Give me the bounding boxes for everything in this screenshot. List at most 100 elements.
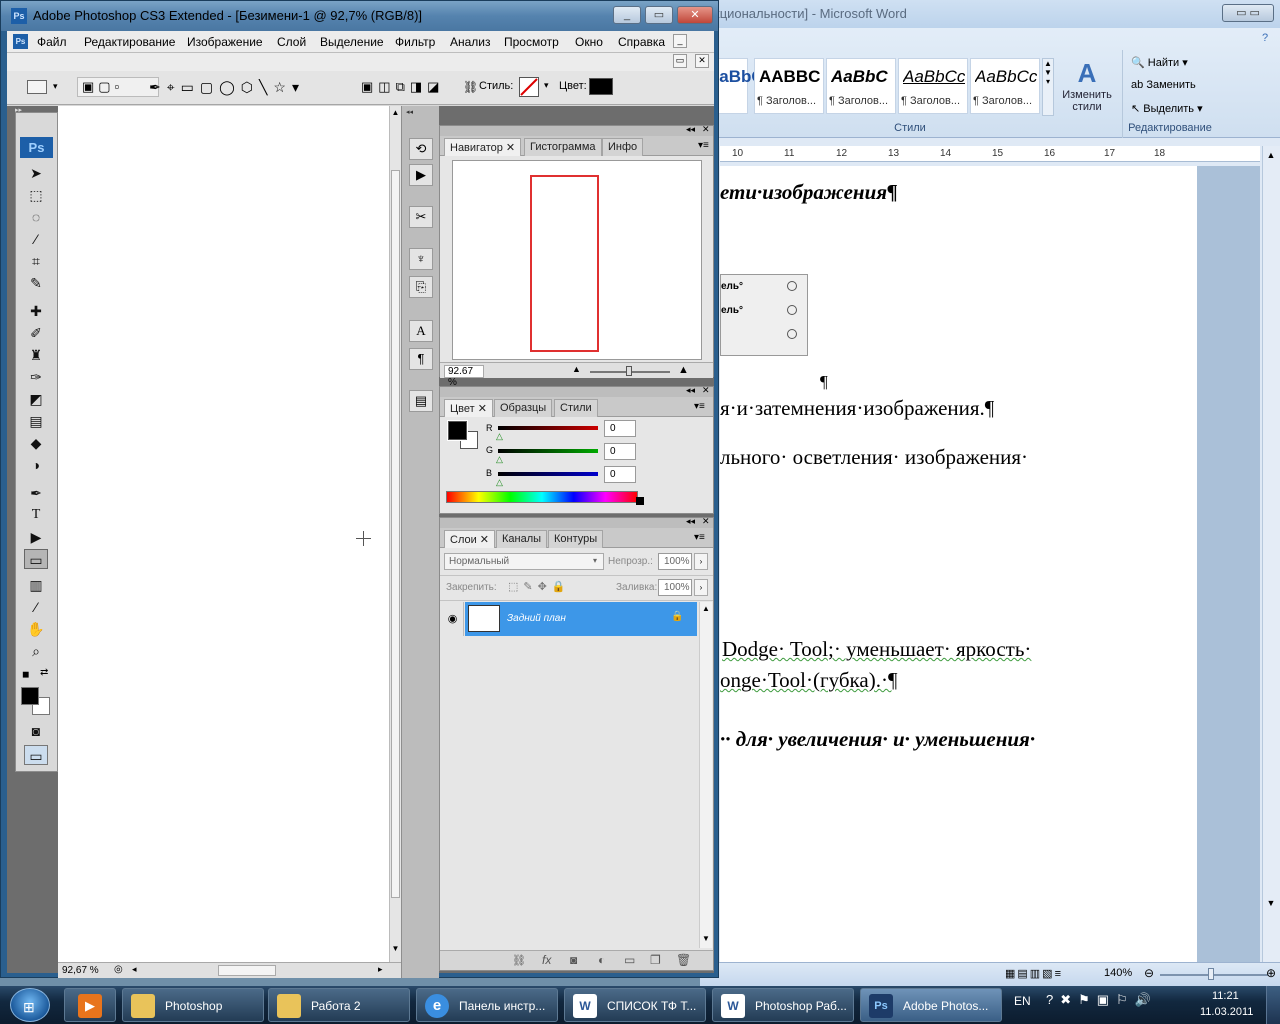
link-layers-icon[interactable]: ⛓	[512, 954, 526, 967]
menu-analysis[interactable]: Анализ	[450, 35, 491, 49]
fill-arrow-icon[interactable]: ›	[694, 579, 708, 596]
actions-panel-icon[interactable]: ▶	[409, 164, 433, 186]
type-tool-icon[interactable]: T	[24, 505, 48, 525]
taskbar-item[interactable]: Работа 2	[268, 988, 410, 1022]
magic-wand-tool-icon[interactable]: ⁄	[24, 229, 48, 249]
tab-channels[interactable]: Каналы	[496, 530, 548, 548]
zoom-in-icon[interactable]: ⊕	[1266, 966, 1276, 980]
taskbar-item[interactable]: Photoshop	[122, 988, 264, 1022]
clone-stamp-icon[interactable]: ♜	[24, 345, 48, 365]
word-vertical-scrollbar[interactable]: ▲ ▼	[1262, 146, 1280, 966]
word-document-page[interactable]: ети·изображения¶ ель° ель° ¶ я·и·затемне…	[720, 166, 1197, 966]
history-brush-icon[interactable]: ✑	[24, 367, 48, 387]
menu-window[interactable]: Окно	[575, 35, 603, 49]
tab-info[interactable]: Инфо	[602, 138, 644, 156]
zoom-out-icon[interactable]: ▲	[572, 364, 581, 374]
quicklaunch-media-player[interactable]: ▶	[64, 988, 116, 1022]
scroll-down-icon[interactable]: ▼	[1264, 898, 1278, 912]
eraser-tool-icon[interactable]: ◩	[24, 389, 48, 409]
doc-minimize-button[interactable]: _	[673, 34, 687, 48]
menu-layer[interactable]: Слой	[277, 35, 306, 49]
menu-view[interactable]: Просмотр	[504, 35, 559, 49]
document-canvas[interactable]	[58, 106, 389, 962]
tab-navigator[interactable]: Навигатор ✕	[444, 138, 522, 156]
marquee-tool-icon[interactable]: ⬚	[24, 185, 48, 205]
tool-presets-icon[interactable]: ✂	[409, 206, 433, 228]
quick-mask-icon[interactable]: ◙	[24, 721, 48, 741]
layer-comps-icon[interactable]: ▤	[409, 390, 433, 412]
close-icon[interactable]: ✕	[702, 516, 710, 527]
add-mask-icon[interactable]: ◙	[570, 953, 577, 967]
scroll-right-icon[interactable]: ▸	[378, 964, 383, 975]
minimize-button[interactable]: _	[613, 6, 641, 24]
channel-slider-r[interactable]	[498, 426, 598, 430]
chevron-down-icon[interactable]: ▾	[544, 80, 549, 91]
menu-image[interactable]: Изображение	[187, 35, 263, 49]
tab-swatches[interactable]: Образцы	[494, 399, 553, 417]
doc-zoom-field[interactable]: 92,67 %	[62, 965, 99, 976]
doc-close-button[interactable]: ✕	[695, 54, 709, 68]
color-swatch[interactable]	[589, 78, 613, 95]
taskbar-item[interactable]: W СПИСОК ТФ Т...	[564, 988, 706, 1022]
clock-date[interactable]: 11.03.2011	[1200, 1006, 1253, 1018]
dodge-tool-icon[interactable]: ◑	[24, 455, 48, 475]
maximize-button[interactable]: ▭	[645, 6, 673, 24]
collapse-icon[interactable]: ◂◂	[686, 516, 695, 527]
eye-icon[interactable]: ◉	[442, 602, 464, 636]
style-swatch-none[interactable]	[519, 77, 539, 97]
crop-tool-icon[interactable]: ⌗	[24, 251, 48, 271]
zoom-level[interactable]: 140%	[1104, 967, 1132, 979]
help-icon[interactable]: ?	[1262, 32, 1278, 48]
close-icon[interactable]: ✕	[702, 385, 710, 396]
scroll-down-icon[interactable]: ▼	[390, 944, 401, 953]
hand-tool-icon[interactable]: ✋	[24, 619, 48, 639]
scroll-up-icon[interactable]: ▲	[702, 604, 710, 613]
find-button[interactable]: 🔍 Найти ▾	[1131, 56, 1188, 69]
shape-tools-group[interactable]: ✒⌖▭▢◯⬡╲☆▾	[145, 77, 345, 97]
brushes-panel-icon[interactable]: ♆	[409, 248, 433, 270]
fx-icon[interactable]: fx	[542, 953, 551, 967]
navigator-zoom-thumb[interactable]	[626, 366, 632, 376]
eyedropper-tool-icon[interactable]: ⁄	[24, 597, 48, 617]
close-button[interactable]: ✕	[677, 6, 713, 24]
clock-time[interactable]: 11:21	[1212, 990, 1239, 1002]
tab-paths[interactable]: Контуры	[548, 530, 604, 548]
foreground-color-swatch[interactable]	[21, 687, 39, 705]
language-indicator[interactable]: EN	[1014, 994, 1031, 1008]
rectangle-tool-icon[interactable]: ▭	[24, 549, 48, 569]
view-mode-buttons[interactable]: ▦▤▥▧≡	[1005, 967, 1063, 980]
style-gallery-item[interactable]: AaBbCc ¶ Заголов...	[970, 58, 1040, 114]
taskbar-item[interactable]: e Панель инстр...	[416, 988, 558, 1022]
blur-tool-icon[interactable]: ◆	[24, 433, 48, 453]
style-gallery-scroll[interactable]: ▲ ▼ ▾	[1042, 58, 1054, 116]
healing-brush-icon[interactable]: ✚	[24, 301, 48, 321]
menu-file[interactable]: Файл	[37, 35, 67, 49]
history-panel-icon[interactable]: ⟲	[409, 138, 433, 160]
scroll-up-icon[interactable]: ▲	[1264, 150, 1278, 164]
panel-menu-icon[interactable]: ▾≡	[698, 140, 709, 151]
tool-preset-picker[interactable]	[27, 80, 47, 94]
ps-doc-icon[interactable]: Ps	[13, 34, 28, 49]
menu-select[interactable]: Выделение	[320, 35, 384, 49]
doc-hscroll-thumb[interactable]	[218, 965, 276, 976]
panel-menu-icon[interactable]: ▾≡	[694, 532, 705, 543]
slice-tool-icon[interactable]: ✎	[24, 273, 48, 293]
tab-styles[interactable]: Стили	[554, 399, 598, 417]
link-icon[interactable]: ⛓	[463, 80, 478, 94]
show-desktop-button[interactable]	[1266, 986, 1280, 1024]
system-tray-icons[interactable]: ?✖⚑▣⚐🔊	[1046, 992, 1194, 1018]
layer-row[interactable]: Задний план 🔒	[465, 602, 697, 636]
zoom-slider-thumb[interactable]	[1208, 968, 1214, 980]
menu-filter[interactable]: Фильтр	[395, 35, 435, 49]
navigator-zoom-field[interactable]: 92.67 %	[444, 365, 484, 388]
clone-source-icon[interactable]: ⎘	[409, 276, 433, 298]
scroll-up-icon[interactable]: ▲	[390, 108, 401, 117]
scroll-down-icon[interactable]: ▼	[702, 934, 710, 943]
paragraph-panel-icon[interactable]: ¶	[409, 348, 433, 370]
doc-vscroll-thumb[interactable]	[391, 170, 400, 898]
channel-value-r[interactable]: 0	[604, 420, 636, 437]
navigator-preview[interactable]	[452, 160, 702, 360]
dock-grip[interactable]: ◂◂	[406, 108, 413, 116]
channel-slider-b[interactable]	[498, 472, 598, 476]
taskbar-item-active[interactable]: Ps Adobe Photos...	[860, 988, 1002, 1022]
